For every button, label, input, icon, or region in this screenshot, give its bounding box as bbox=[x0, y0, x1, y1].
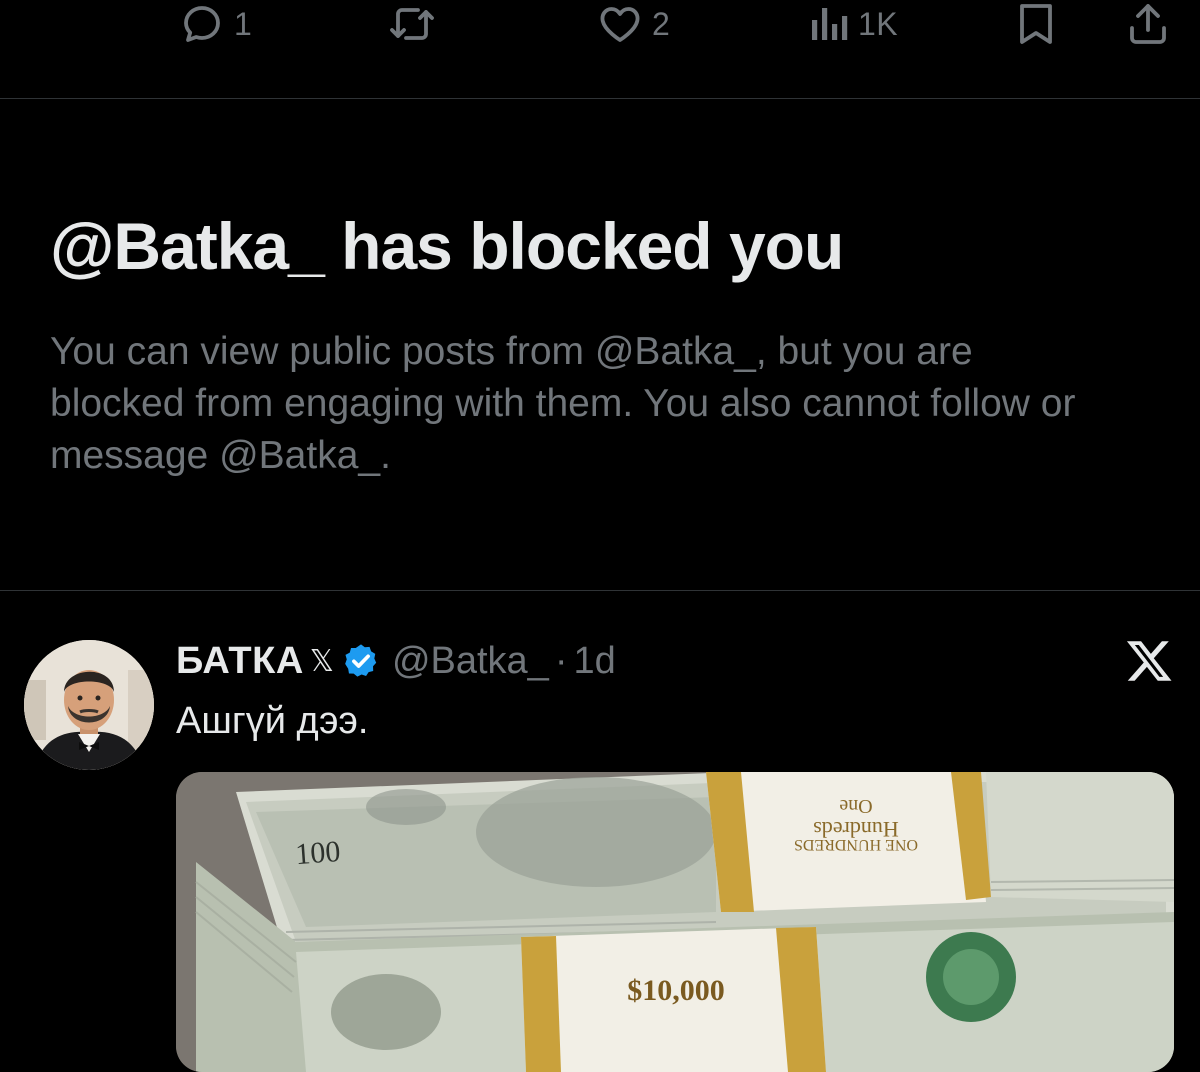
tweet-action-bar: 1 2 1K bbox=[0, 0, 1200, 98]
avatar[interactable] bbox=[24, 640, 154, 770]
handle[interactable]: @Batka_ bbox=[392, 640, 549, 683]
timestamp[interactable]: 1d bbox=[573, 640, 615, 683]
like-button[interactable]: 2 bbox=[596, 0, 670, 48]
band-bottom-amount: $10,000 bbox=[627, 974, 725, 1007]
band-top-one-hundreds: ONE HUNDREDS bbox=[794, 836, 918, 853]
reply-count: 1 bbox=[234, 5, 253, 42]
header-separator: · bbox=[554, 639, 568, 682]
x-affiliation-icon: 𝕏 bbox=[309, 644, 334, 678]
verified-badge-icon bbox=[342, 642, 380, 680]
tweet-text: Ашгүй дээ. bbox=[176, 700, 369, 742]
bookmark-button[interactable] bbox=[1014, 0, 1058, 48]
bill-denomination-top: 100 bbox=[294, 835, 341, 871]
x-logo-icon[interactable] bbox=[1124, 636, 1174, 686]
views-icon bbox=[806, 0, 850, 48]
retweet-button[interactable] bbox=[386, 0, 438, 48]
divider-bottom bbox=[0, 590, 1200, 591]
like-icon bbox=[596, 0, 644, 48]
share-button[interactable] bbox=[1124, 0, 1172, 48]
tweet-header: БАТКА 𝕏 @Batka_ · 1d bbox=[176, 636, 616, 686]
retweet-icon bbox=[386, 0, 438, 48]
views-count: 1K bbox=[858, 5, 899, 42]
share-icon bbox=[1124, 0, 1172, 48]
display-name[interactable]: БАТКА bbox=[176, 640, 304, 683]
blocked-description: You can view public posts from @Batka_, … bbox=[50, 330, 1076, 477]
tweet-media-image[interactable]: 100 Hundreds One ONE HUNDREDS $10,000 bbox=[176, 772, 1174, 1072]
divider-top bbox=[0, 98, 1200, 99]
bookmark-icon bbox=[1014, 0, 1058, 48]
reply-icon bbox=[178, 0, 226, 48]
like-count: 2 bbox=[652, 5, 671, 42]
reply-button[interactable]: 1 bbox=[178, 0, 252, 48]
band-top-one: One bbox=[839, 795, 872, 817]
blocked-title: @Batka_ has blocked you bbox=[50, 209, 844, 283]
views-button[interactable]: 1K bbox=[806, 0, 898, 48]
